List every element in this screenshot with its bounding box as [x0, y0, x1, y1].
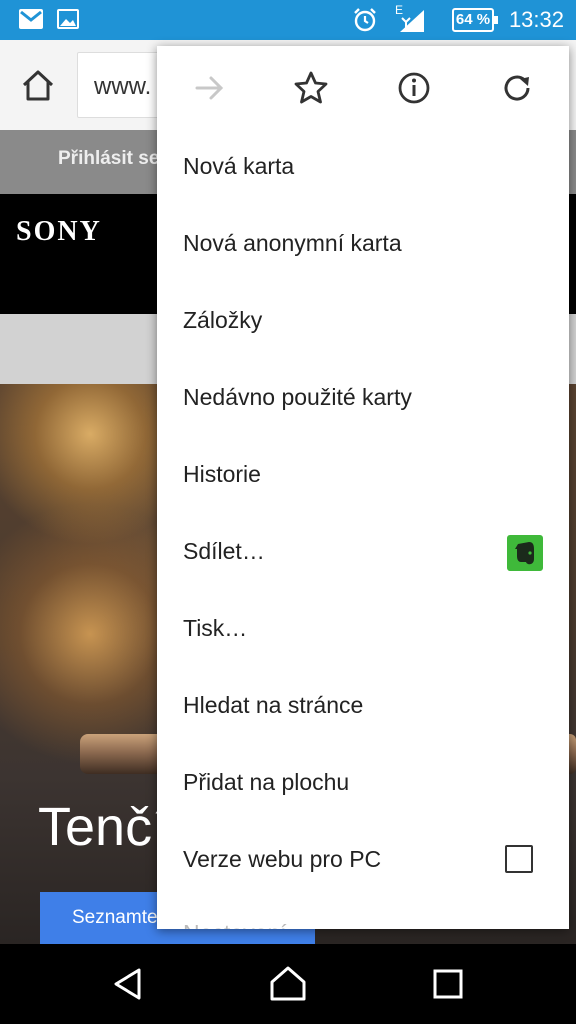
desktop-site-checkbox[interactable] — [505, 845, 533, 873]
overflow-menu: Nová karta Nová anonymní karta Záložky N… — [157, 46, 569, 929]
menu-item-label: Přidat na plochu — [183, 769, 350, 795]
menu-item-new-incognito-tab[interactable]: Nová anonymní karta — [157, 207, 569, 284]
menu-item-recent-tabs[interactable]: Nedávno použité karty — [157, 361, 569, 438]
menu-item-label: Verze webu pro PC — [183, 846, 382, 872]
menu-item-label: Záložky — [183, 307, 263, 333]
back-icon[interactable] — [106, 962, 150, 1006]
battery-icon: 64 % — [452, 8, 498, 32]
battery-level: 64 % — [455, 11, 491, 28]
menu-item-label: Nedávno použité karty — [183, 384, 412, 410]
menu-item-label: Nová karta — [183, 153, 295, 179]
forward-icon[interactable] — [189, 68, 229, 108]
menu-item-label: Nová anonymní karta — [183, 230, 402, 256]
menu-item-label: Historie — [183, 461, 261, 487]
evernote-icon[interactable] — [507, 535, 543, 571]
url-text: www. — [94, 73, 152, 100]
home-nav-icon[interactable] — [266, 962, 310, 1006]
menu-item-new-tab[interactable]: Nová karta — [157, 130, 569, 207]
menu-item-print[interactable]: Tisk… — [157, 592, 569, 669]
menu-item-share[interactable]: Sdílet… — [157, 515, 569, 592]
status-bar: E 64 % 13:32 — [0, 0, 576, 40]
menu-item-request-desktop-site[interactable]: Verze webu pro PC — [157, 823, 569, 900]
hero-title: Tenčí — [38, 797, 168, 857]
menu-item-label: Nastavení — [183, 920, 287, 929]
evernote-elephant-icon — [515, 542, 534, 565]
login-link[interactable]: Přihlásit se — [58, 148, 159, 170]
menu-item-history[interactable]: Historie — [157, 438, 569, 515]
home-icon[interactable] — [18, 65, 58, 105]
menu-item-find-in-page[interactable]: Hledat na stránce — [157, 669, 569, 746]
menu-item-label: Hledat na stránce — [183, 692, 364, 718]
clock: 13:32 — [508, 7, 564, 32]
recents-icon[interactable] — [426, 962, 470, 1006]
gallery-icon — [57, 9, 79, 29]
star-icon[interactable] — [291, 68, 331, 108]
reload-icon[interactable] — [497, 68, 537, 108]
menu-icon-row — [157, 46, 569, 130]
menu-item-label: Tisk… — [183, 615, 248, 641]
menu-item-settings[interactable]: Nastavení — [157, 900, 569, 929]
menu-item-add-to-homescreen[interactable]: Přidat na plochu — [157, 746, 569, 823]
info-icon[interactable] — [394, 68, 434, 108]
menu-item-bookmarks[interactable]: Záložky — [157, 284, 569, 361]
gmail-icon — [19, 9, 43, 29]
system-nav-bar — [0, 944, 576, 1024]
signal-icon — [400, 10, 424, 32]
menu-item-label: Sdílet… — [183, 538, 265, 564]
alarm-icon — [354, 8, 376, 32]
brand-logo[interactable]: SONY — [16, 216, 102, 248]
